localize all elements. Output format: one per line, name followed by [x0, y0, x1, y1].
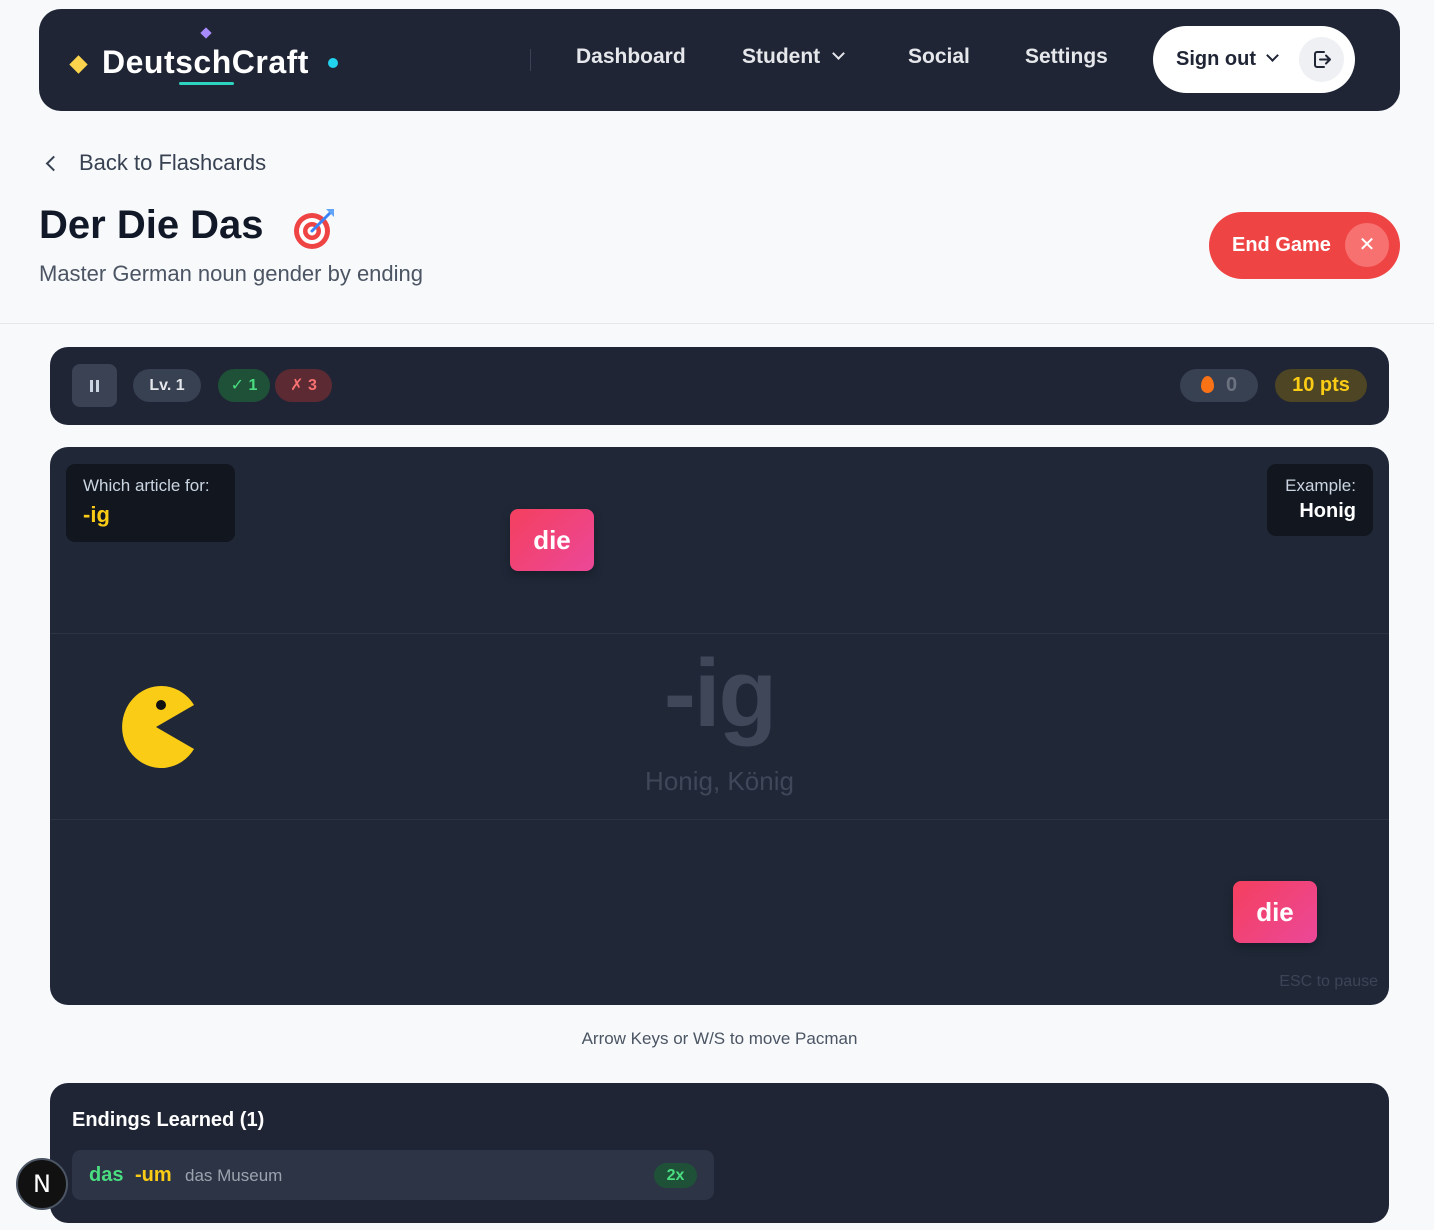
pacman-icon — [117, 686, 195, 768]
brand-logo[interactable]: DeutschCraft — [39, 9, 359, 111]
nav-student[interactable]: Student — [742, 45, 846, 69]
sign-out-label: Sign out — [1176, 48, 1256, 70]
esc-hint: ESC to pause — [1279, 973, 1378, 990]
list-item: das -um das Museum 2x — [72, 1150, 714, 1200]
chevron-down-icon — [1266, 49, 1279, 62]
endings-learned-panel: Endings Learned (1) das -um das Museum 2… — [50, 1083, 1389, 1223]
small-diamond-icon — [200, 27, 212, 39]
close-icon: ✕ — [1345, 223, 1389, 267]
example-panel: Example: Honig — [1267, 464, 1373, 536]
diamond-icon — [69, 55, 88, 74]
end-game-label: End Game — [1232, 234, 1331, 256]
ending-example: das Museum — [185, 1166, 283, 1185]
correct-count-badge: ✓ 1 — [218, 369, 270, 402]
endings-learned-title: Endings Learned (1) — [72, 1109, 265, 1131]
brand-dot — [328, 58, 338, 68]
nav-divider — [530, 49, 531, 71]
lane-divider — [50, 819, 1389, 820]
nav-social[interactable]: Social — [908, 45, 970, 69]
article-card: die — [510, 509, 594, 571]
fire-icon — [1200, 376, 1214, 393]
game-board[interactable]: Which article for: -ig Example: Honig -i… — [50, 447, 1389, 1005]
center-examples-display: Honig, König — [645, 766, 794, 796]
top-navbar: DeutschCraft Dashboard Student Social Se… — [39, 9, 1400, 111]
question-panel: Which article for: -ig — [66, 464, 235, 542]
lane-divider — [50, 633, 1389, 634]
header-divider — [0, 323, 1434, 324]
brand-underline — [179, 82, 234, 85]
center-ending-display: -ig — [663, 640, 777, 747]
page-subtitle: Master German noun gender by ending — [39, 261, 424, 286]
example-label: Example: — [1285, 476, 1356, 495]
page-title: Der Die Das — [39, 203, 264, 247]
ending-count-badge: 2x — [654, 1163, 697, 1188]
logout-icon[interactable] — [1299, 37, 1344, 82]
back-to-flashcards-link[interactable]: Back to Flashcards — [42, 148, 266, 178]
brand-name: DeutschCraft — [102, 44, 309, 80]
dev-tools-badge[interactable]: N — [16, 1158, 68, 1210]
ending-suffix: -um — [135, 1164, 172, 1186]
nav-student-label: Student — [742, 45, 821, 68]
example-word: Honig — [1299, 500, 1356, 522]
pause-button[interactable] — [72, 364, 117, 407]
chevron-down-icon — [832, 47, 846, 60]
wrong-count-badge: ✗ 3 — [275, 369, 332, 402]
end-game-button[interactable]: End Game ✕ — [1209, 212, 1400, 279]
ending-article: das — [89, 1164, 124, 1186]
streak-value: 0 — [1225, 374, 1238, 396]
chevron-left-icon — [45, 155, 62, 171]
points-badge: 10 pts — [1275, 369, 1367, 402]
controls-hint: Arrow Keys or W/S to move Pacman — [581, 1029, 858, 1048]
target-icon — [291, 206, 337, 250]
nav-dashboard[interactable]: Dashboard — [576, 45, 686, 69]
question-ending: -ig — [83, 502, 110, 527]
article-card: die — [1233, 881, 1317, 943]
sign-out-button[interactable]: Sign out — [1153, 26, 1355, 93]
question-label: Which article for: — [83, 476, 210, 495]
back-link-label: Back to Flashcards — [79, 150, 267, 175]
level-badge: Lv. 1 — [133, 369, 201, 402]
streak-badge: 0 — [1180, 369, 1258, 402]
nav-settings[interactable]: Settings — [1025, 45, 1108, 69]
game-stats-bar: Lv. 1 ✓ 1 ✗ 3 0 10 pts — [50, 347, 1389, 425]
